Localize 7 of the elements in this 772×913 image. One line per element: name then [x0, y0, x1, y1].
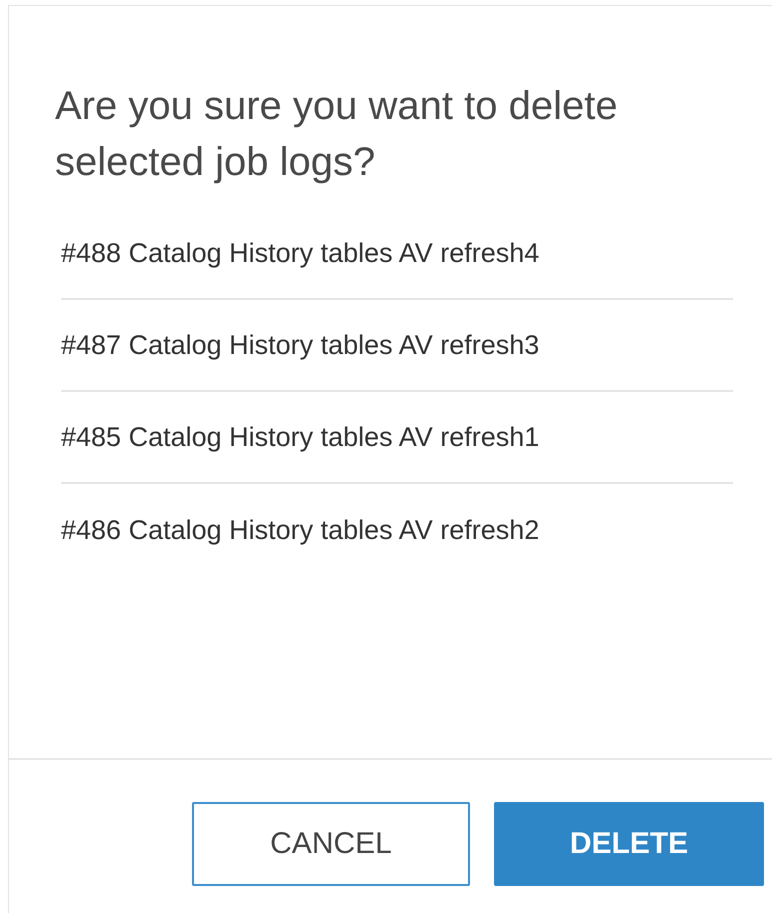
confirmation-question: Are you sure you want to delete selected job logs?: [55, 83, 619, 186]
cancel-button[interactable]: CANCEL: [192, 802, 470, 886]
delete-button[interactable]: DELETE: [494, 802, 764, 886]
job-log-entry: #486 Catalog History tables AV refresh2: [61, 514, 540, 546]
job-log-entry: #488 Catalog History tables AV refresh4: [61, 238, 540, 268]
job-log-entry: #485 Catalog History tables AV refresh1: [61, 422, 540, 452]
job-log-entry: #487 Catalog History tables AV refresh3: [61, 330, 540, 360]
